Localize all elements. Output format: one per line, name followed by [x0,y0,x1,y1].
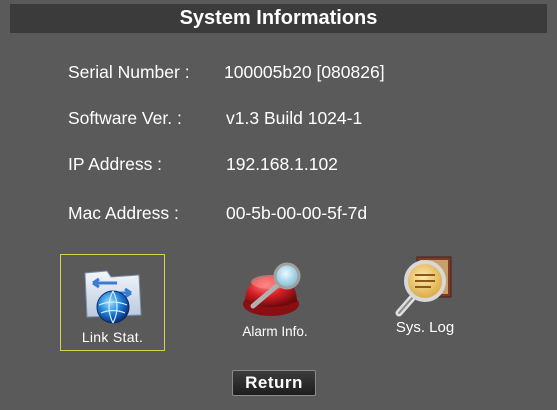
alarm-info-button[interactable]: Alarm Info. [220,258,330,350]
serial-number-row: Serial Number : 100005b20 [080826] [68,59,385,85]
ip-address-value: 192.168.1.102 [226,153,338,174]
serial-number-value: 100005b20 [080826] [224,61,385,82]
serial-number-label: Serial Number : [68,61,190,82]
sys-log-button[interactable]: Sys. Log [370,253,480,345]
link-stat-label: Link Stat. [81,329,144,345]
mac-address-label: Mac Address : [68,202,179,223]
alarm-siren-icon [243,262,301,316]
system-info-panel: System Informations Serial Number : 1000… [0,0,557,410]
magnifier-log-icon [395,256,452,317]
alarm-info-label: Alarm Info. [242,324,308,339]
mac-address-value: 00-5b-00-00-5f-7d [226,202,368,223]
software-version-row: Software Ver. : v1.3 Build 1024-1 [68,105,362,131]
ip-address-label: IP Address : [68,153,163,174]
network-link-icon [83,270,142,324]
software-version-value: v1.3 Build 1024-1 [226,107,363,128]
return-button[interactable]: Return [232,370,316,396]
sys-log-label: Sys. Log [395,319,455,336]
ip-address-row: IP Address : 192.168.1.102 [68,151,338,177]
mac-address-row: Mac Address : 00-5b-00-00-5f-7d [68,200,367,226]
link-stat-button[interactable]: Link Stat. [60,254,165,351]
window-title: System Informations [10,4,547,33]
software-version-label: Software Ver. : [68,107,182,128]
